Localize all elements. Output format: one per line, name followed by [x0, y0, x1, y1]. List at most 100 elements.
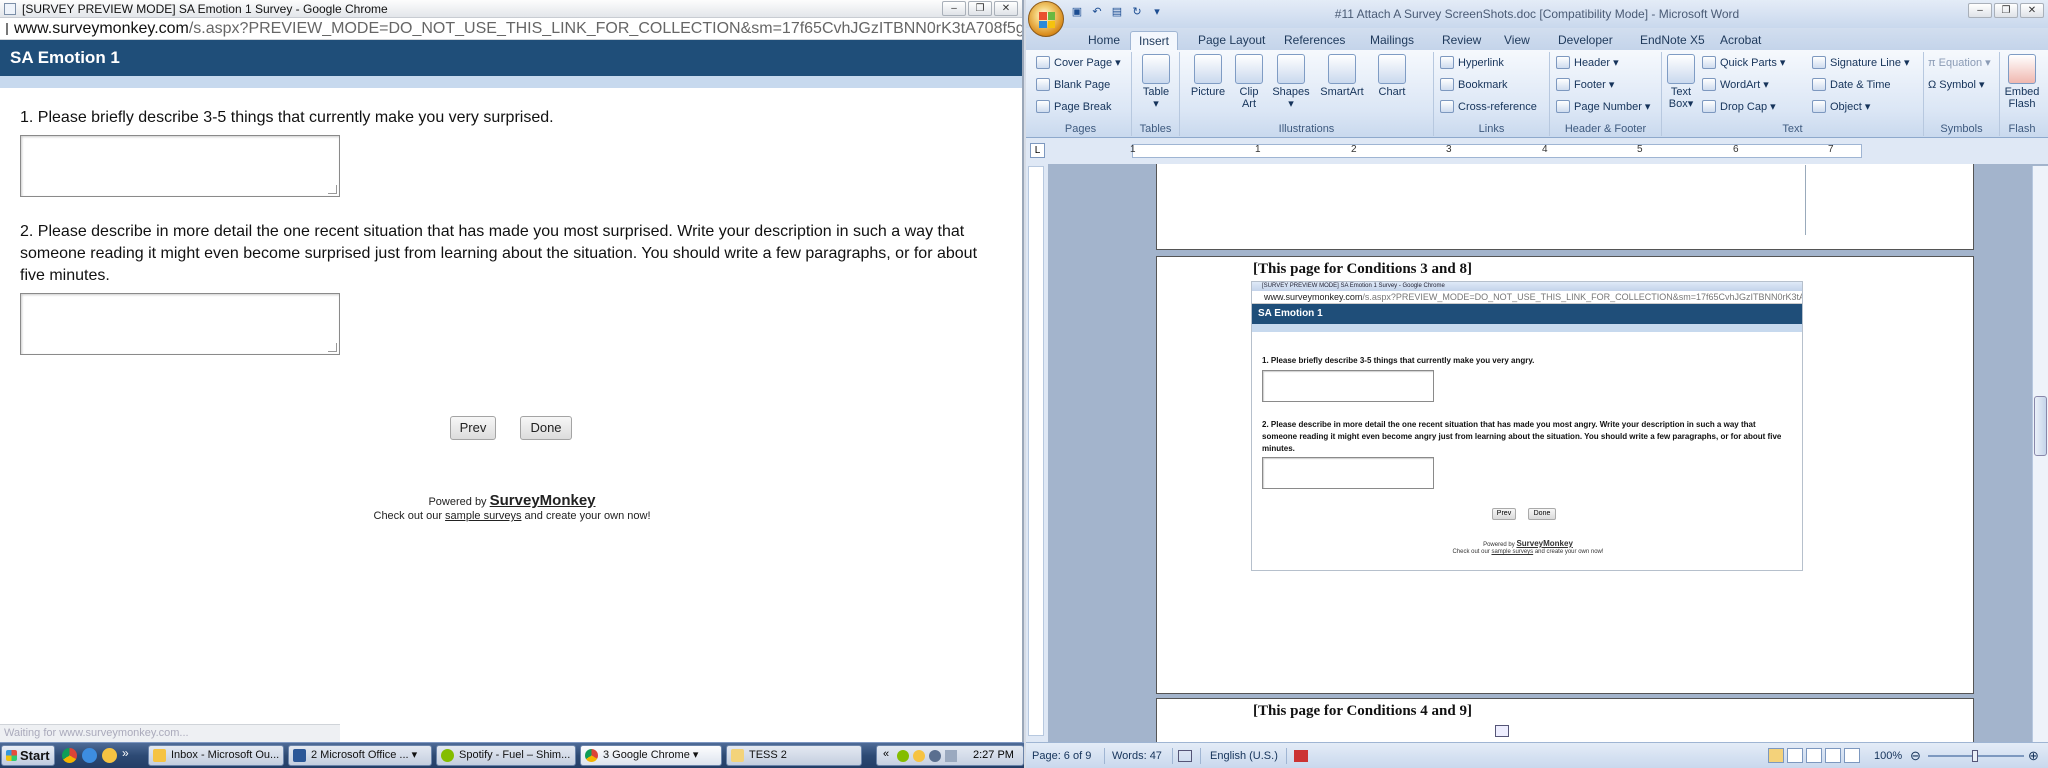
- horizontal-ruler: L 1 1 2 3 4 5 6 7: [1026, 140, 2048, 162]
- taskbar-clock[interactable]: 2:27 PM: [973, 749, 1014, 761]
- tray-expand-icon[interactable]: «: [883, 748, 889, 760]
- full-screen-reading-icon[interactable]: [1787, 748, 1803, 763]
- taskbar-item-office[interactable]: 2 Microsoft Office ... ▾: [288, 745, 432, 766]
- document-page-previous[interactable]: [1156, 164, 1974, 250]
- office-button-icon[interactable]: [1028, 1, 1064, 37]
- answer-2-textarea[interactable]: [20, 293, 340, 355]
- tab-acrobat[interactable]: Acrobat: [1712, 31, 1769, 50]
- bookmark-button[interactable]: Bookmark: [1440, 78, 1508, 91]
- taskbar-item-chrome[interactable]: 3 Google Chrome ▾: [580, 745, 722, 766]
- status-language[interactable]: English (U.S.): [1210, 750, 1278, 762]
- blank-page-button[interactable]: Blank Page: [1036, 78, 1110, 91]
- chart-button[interactable]: Chart: [1372, 54, 1412, 98]
- status-word-count[interactable]: Words: 47: [1112, 750, 1162, 762]
- zoom-level[interactable]: 100%: [1874, 750, 1902, 762]
- system-tray: « 2:27 PM: [876, 745, 1024, 766]
- surveymonkey-link[interactable]: SurveyMonkey: [490, 492, 596, 509]
- footer-button[interactable]: Footer ▾: [1556, 78, 1614, 91]
- word-close-icon[interactable]: ✕: [2020, 3, 2044, 18]
- status-page-count[interactable]: Page: 6 of 9: [1032, 750, 1091, 762]
- sample-surveys-link[interactable]: sample surveys: [445, 510, 521, 522]
- tray-spotify-icon[interactable]: [897, 750, 909, 762]
- answer-1-textarea[interactable]: [20, 135, 340, 197]
- zoom-in-icon[interactable]: ⊕: [2028, 748, 2039, 764]
- date-time-button[interactable]: Date & Time: [1812, 78, 1891, 91]
- done-button[interactable]: Done: [520, 416, 572, 440]
- chrome-quicklaunch-icon[interactable]: [62, 748, 77, 763]
- wordart-button[interactable]: WordArt ▾: [1702, 78, 1769, 91]
- start-button[interactable]: Start: [1, 745, 55, 766]
- clip-art-button[interactable]: Clip Art: [1232, 54, 1266, 110]
- web-layout-icon[interactable]: [1806, 748, 1822, 763]
- url-host: www.surveymonkey.com: [14, 19, 189, 37]
- quick-parts-button[interactable]: Quick Parts ▾: [1702, 56, 1785, 69]
- ruler-strip[interactable]: [1132, 144, 1862, 158]
- zoom-out-icon[interactable]: ⊖: [1910, 748, 1921, 764]
- date-time-icon: [1812, 78, 1826, 91]
- hyperlink-button[interactable]: Hyperlink: [1440, 56, 1504, 69]
- document-page[interactable]: [This page for Conditions 3 and 8] [SURV…: [1156, 256, 1974, 694]
- ruler-number: 7: [1828, 144, 1834, 155]
- maximize-icon[interactable]: ❐: [968, 1, 992, 16]
- proofing-icon[interactable]: [1178, 750, 1192, 762]
- embed-flash-button[interactable]: Embed Flash: [2004, 54, 2040, 110]
- smartart-button[interactable]: SmartArt: [1316, 54, 1368, 98]
- outline-icon[interactable]: [1825, 748, 1841, 763]
- shapes-button[interactable]: Shapes ▾: [1270, 54, 1312, 110]
- footer-icon: [1556, 78, 1570, 91]
- word-minimize-icon[interactable]: –: [1968, 3, 1992, 18]
- survey-title: SA Emotion 1: [0, 40, 1022, 76]
- taskbar-item-outlook[interactable]: Inbox - Microsoft Ou...: [148, 745, 284, 766]
- zoom-slider-thumb[interactable]: [1972, 750, 1978, 762]
- drop-cap-button[interactable]: Drop Cap ▾: [1702, 100, 1776, 113]
- tab-view[interactable]: View: [1496, 31, 1538, 50]
- ie-quicklaunch-icon[interactable]: [82, 748, 97, 763]
- object-button[interactable]: Object ▾: [1812, 100, 1870, 113]
- tab-selector-icon[interactable]: L: [1030, 143, 1045, 158]
- tray-outlook-icon[interactable]: [913, 750, 925, 762]
- tab-home[interactable]: Home: [1080, 31, 1128, 50]
- taskbar-item-spotify[interactable]: Spotify - Fuel – Shim...: [436, 745, 576, 766]
- prev-button[interactable]: Prev: [450, 416, 496, 440]
- scrollbar-thumb[interactable]: [2034, 396, 2047, 456]
- zoom-slider[interactable]: [1928, 750, 2024, 762]
- paste-options-icon[interactable]: [1495, 725, 1509, 737]
- group-tables: Table ▾ Tables: [1132, 52, 1180, 136]
- tab-review[interactable]: Review: [1434, 31, 1489, 50]
- address-bar[interactable]: www.surveymonkey.com/s.aspx?PREVIEW_MODE…: [0, 18, 1022, 40]
- view-buttons: [1768, 748, 1860, 763]
- word-maximize-icon[interactable]: ❐: [1994, 3, 2018, 18]
- group-symbols: π Equation ▾ Ω Symbol ▾ Symbols: [1924, 52, 2000, 136]
- draft-icon[interactable]: [1844, 748, 1860, 763]
- page-number-button[interactable]: Page Number ▾: [1556, 100, 1650, 113]
- minimize-icon[interactable]: –: [942, 1, 966, 16]
- text-box-button[interactable]: Text Box▾: [1666, 54, 1696, 110]
- tab-mailings[interactable]: Mailings: [1362, 31, 1422, 50]
- tab-developer[interactable]: Developer: [1550, 31, 1621, 50]
- header-button[interactable]: Header ▾: [1556, 56, 1619, 69]
- more-quicklaunch-icon[interactable]: »: [122, 746, 137, 761]
- taskbar-item-folder[interactable]: TESS 2: [726, 745, 862, 766]
- text-box-icon: [1667, 54, 1695, 84]
- tray-volume-icon[interactable]: [945, 750, 957, 762]
- tray-network-icon[interactable]: [929, 750, 941, 762]
- document-page-next[interactable]: [This page for Conditions 4 and 9]: [1156, 698, 1974, 742]
- tab-references[interactable]: References: [1276, 31, 1353, 50]
- outlook-quicklaunch-icon[interactable]: [102, 748, 117, 763]
- print-layout-icon[interactable]: [1768, 748, 1784, 763]
- equation-button[interactable]: π Equation ▾: [1928, 56, 1991, 70]
- picture-button[interactable]: Picture: [1188, 54, 1228, 98]
- table-button[interactable]: Table ▾: [1140, 54, 1172, 110]
- page-break-button[interactable]: Page Break: [1036, 100, 1111, 113]
- track-changes-icon[interactable]: [1294, 750, 1308, 762]
- vertical-scrollbar[interactable]: [2032, 166, 2048, 742]
- tab-page-layout[interactable]: Page Layout: [1190, 31, 1273, 50]
- cover-page-button[interactable]: Cover Page ▾: [1036, 56, 1121, 69]
- cross-reference-button[interactable]: Cross-reference: [1440, 100, 1537, 113]
- symbol-button[interactable]: Ω Symbol ▾: [1928, 78, 1985, 92]
- signature-line-button[interactable]: Signature Line ▾: [1812, 56, 1910, 69]
- tab-insert[interactable]: Insert: [1130, 31, 1179, 50]
- close-icon[interactable]: ✕: [994, 1, 1018, 16]
- document-area[interactable]: [This page for Conditions 3 and 8] [SURV…: [1048, 164, 2048, 742]
- tab-endnote[interactable]: EndNote X5: [1632, 31, 1713, 50]
